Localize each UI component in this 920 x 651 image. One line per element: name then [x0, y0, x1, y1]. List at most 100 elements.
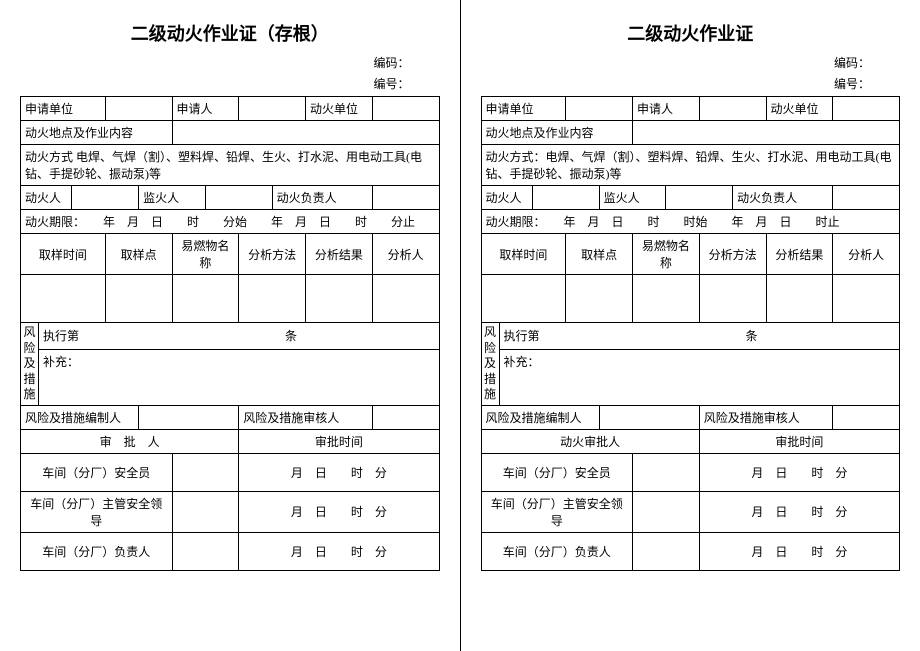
exec-clause-pre: 执行第: [504, 329, 540, 343]
fire-responsible-label: 动火负责人: [272, 186, 372, 210]
analysis-method-field[interactable]: [239, 275, 306, 323]
analysis-result-field[interactable]: [306, 275, 373, 323]
code-label-right: 编码：: [481, 54, 901, 71]
approver-col-header: 审 批 人: [21, 429, 239, 453]
supervisor-field[interactable]: [666, 186, 733, 210]
fire-person-field[interactable]: [72, 186, 139, 210]
analyst-header: 分析人: [372, 234, 439, 275]
approve-time-col-header: 审批时间: [239, 429, 439, 453]
applicant-field[interactable]: [239, 97, 306, 121]
supervisor-label: 监火人: [139, 186, 206, 210]
fire-period-text: 动火期限： 年 月 日 时 时始 年 月 日 时止: [481, 210, 900, 234]
approve-time-2[interactable]: 月 日 时 分: [699, 532, 899, 570]
fire-method-text: 动火方式：电焊、气焊（割）、塑料焊、铅焊、生火、打水泥、用电动工具(电钻、手提砂…: [481, 145, 900, 186]
analysis-result-field[interactable]: [766, 275, 833, 323]
exec-clause-suf: 条: [746, 329, 758, 343]
location-content-field[interactable]: [172, 121, 439, 145]
exec-clause-row: 执行第 条: [499, 323, 900, 350]
sample-point-header: 取样点: [105, 234, 172, 275]
supervisor-field[interactable]: [205, 186, 272, 210]
applicant-field[interactable]: [699, 97, 766, 121]
approve-time-1[interactable]: 月 日 时 分: [239, 491, 439, 532]
flammable-field[interactable]: [172, 275, 239, 323]
fire-unit-label: 动火单位: [306, 97, 373, 121]
apply-unit-field[interactable]: [566, 97, 633, 121]
permit-table-right: 申请单位 申请人 动火单位 动火地点及作业内容 动火方式：电焊、气焊（割）、塑料…: [481, 96, 901, 571]
permit-title-right: 二级动火作业证: [481, 20, 901, 46]
risk-compiler-label: 风险及措施编制人: [481, 405, 599, 429]
approver-role-1: 车间（分厂）主管安全领导: [21, 491, 173, 532]
flammable-header: 易燃物名称: [633, 234, 700, 275]
approver-sign-2[interactable]: [172, 532, 239, 570]
sample-point-field[interactable]: [566, 275, 633, 323]
permit-table-left: 申请单位 申请人 动火单位 动火地点及作业内容 动火方式 电焊、气焊（割）、塑料…: [20, 96, 440, 571]
approver-sign-1[interactable]: [633, 491, 700, 532]
sample-time-field[interactable]: [21, 275, 106, 323]
approver-col-header: 动火审批人: [481, 429, 699, 453]
fire-person-label: 动火人: [481, 186, 532, 210]
risk-reviewer-label: 风险及措施审核人: [239, 405, 373, 429]
exec-clause-row: 执行第 条: [39, 323, 440, 350]
risk-compiler-label: 风险及措施编制人: [21, 405, 139, 429]
permit-main-form: 二级动火作业证 编码： 编号： 申请单位 申请人 动火单位 动火地点及作业内容 …: [461, 0, 920, 651]
risk-compiler-field[interactable]: [599, 405, 699, 429]
approver-role-0: 车间（分厂）安全员: [21, 453, 173, 491]
analysis-method-header: 分析方法: [239, 234, 306, 275]
risk-reviewer-field[interactable]: [833, 405, 900, 429]
applicant-label: 申请人: [172, 97, 239, 121]
analysis-result-header: 分析结果: [306, 234, 373, 275]
fire-method-text: 动火方式 电焊、气焊（割）、塑料焊、铅焊、生火、打水泥、用电动工具(电钻、手提砂…: [21, 145, 440, 186]
supplement-field[interactable]: 补充：: [39, 349, 440, 405]
permit-title-left: 二级动火作业证（存根）: [20, 20, 440, 46]
apply-unit-label: 申请单位: [481, 97, 566, 121]
exec-clause-pre: 执行第: [43, 329, 79, 343]
analysis-method-field[interactable]: [699, 275, 766, 323]
approver-sign-1[interactable]: [172, 491, 239, 532]
supervisor-label: 监火人: [599, 186, 666, 210]
approver-sign-0[interactable]: [172, 453, 239, 491]
approve-time-0[interactable]: 月 日 时 分: [239, 453, 439, 491]
approve-time-0[interactable]: 月 日 时 分: [699, 453, 899, 491]
sample-point-header: 取样点: [566, 234, 633, 275]
fire-unit-field[interactable]: [372, 97, 439, 121]
flammable-field[interactable]: [633, 275, 700, 323]
applicant-label: 申请人: [633, 97, 700, 121]
analysis-result-header: 分析结果: [766, 234, 833, 275]
analyst-field[interactable]: [833, 275, 900, 323]
apply-unit-field[interactable]: [105, 97, 172, 121]
fire-unit-field[interactable]: [833, 97, 900, 121]
sample-point-field[interactable]: [105, 275, 172, 323]
approver-role-2: 车间（分厂）负责人: [481, 532, 633, 570]
approve-time-1[interactable]: 月 日 时 分: [699, 491, 899, 532]
risk-reviewer-field[interactable]: [372, 405, 439, 429]
apply-unit-label: 申请单位: [21, 97, 106, 121]
fire-responsible-field[interactable]: [833, 186, 900, 210]
approver-role-2: 车间（分厂）负责人: [21, 532, 173, 570]
fire-responsible-field[interactable]: [372, 186, 439, 210]
approve-time-col-header: 审批时间: [699, 429, 899, 453]
location-content-field[interactable]: [633, 121, 900, 145]
approver-sign-0[interactable]: [633, 453, 700, 491]
code-label-left: 编码：: [20, 54, 440, 71]
permit-stub-form: 二级动火作业证（存根） 编码： 编号： 申请单位 申请人 动火单位 动火地点及作…: [0, 0, 460, 651]
risk-compiler-field[interactable]: [139, 405, 239, 429]
flammable-header: 易燃物名称: [172, 234, 239, 275]
supplement-field[interactable]: 补充：: [499, 349, 900, 405]
analyst-header: 分析人: [833, 234, 900, 275]
approver-sign-2[interactable]: [633, 532, 700, 570]
analysis-method-header: 分析方法: [699, 234, 766, 275]
location-content-label: 动火地点及作业内容: [481, 121, 633, 145]
analyst-field[interactable]: [372, 275, 439, 323]
location-content-label: 动火地点及作业内容: [21, 121, 173, 145]
sample-time-field[interactable]: [481, 275, 566, 323]
approve-time-2[interactable]: 月 日 时 分: [239, 532, 439, 570]
number-label-right: 编号：: [481, 75, 901, 92]
sample-time-header: 取样时间: [21, 234, 106, 275]
risk-measures-label: 风险及措施: [481, 323, 499, 406]
approver-role-0: 车间（分厂）安全员: [481, 453, 633, 491]
fire-person-field[interactable]: [532, 186, 599, 210]
fire-responsible-label: 动火负责人: [733, 186, 833, 210]
fire-period-text: 动火期限： 年 月 日 时 分始 年 月 日 时 分止: [21, 210, 440, 234]
risk-measures-label: 风险及措施: [21, 323, 39, 406]
sample-time-header: 取样时间: [481, 234, 566, 275]
